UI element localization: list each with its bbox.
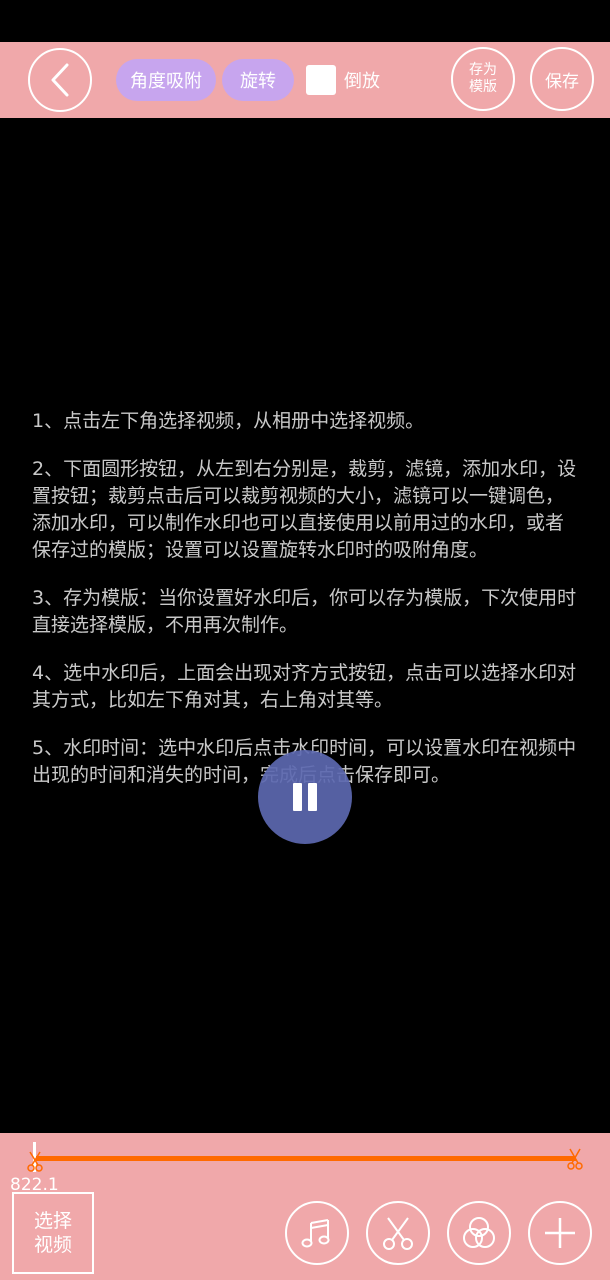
music-note-icon (301, 1219, 330, 1248)
save-template-label-line2: 模版 (469, 79, 497, 95)
bottom-toolbar: 822.1 选择 视频 (0, 1133, 610, 1280)
select-video-label-line1: 选择 (33, 1210, 72, 1232)
scissors-icon (383, 1217, 413, 1250)
rotate-button[interactable]: 旋转 (222, 59, 294, 101)
pause-button[interactable] (258, 750, 352, 844)
reverse-label: 倒放 (344, 71, 380, 92)
instruction-item: 3、存为模版：当你设置好水印后，你可以存为模版，下次使用时直接选择模版，不用再次… (32, 587, 577, 636)
save-button[interactable]: 保存 (530, 47, 594, 111)
select-video-button[interactable]: 选择 视频 (12, 1192, 94, 1274)
crop-button[interactable] (366, 1201, 430, 1265)
scissors-icon[interactable] (26, 1150, 44, 1172)
add-watermark-button[interactable] (528, 1201, 592, 1265)
back-arrow-icon (51, 63, 69, 97)
top-toolbar: 角度吸附 旋转 倒放 存为 模版 保存 (0, 42, 610, 118)
timeline-track[interactable] (34, 1156, 576, 1161)
plus-icon (545, 1218, 575, 1248)
save-as-template-button[interactable]: 存为 模版 (451, 47, 515, 111)
save-template-label-line1: 存为 (469, 62, 497, 78)
reverse-checkbox[interactable] (306, 65, 336, 95)
instruction-item: 4、选中水印后，上面会出现对齐方式按钮，点击可以选择水印对其方式，比如左下角对其… (32, 662, 577, 711)
instruction-item: 1、点击左下角选择视频，从相册中选择视频。 (32, 410, 425, 432)
back-button[interactable] (28, 48, 92, 112)
instruction-item: 2、下面圆形按钮，从左到右分别是，裁剪，滤镜，添加水印，设置按钮；裁剪点击后可以… (32, 458, 577, 561)
filter-button[interactable] (447, 1201, 511, 1265)
angle-snap-button[interactable]: 角度吸附 (116, 59, 216, 101)
music-button[interactable] (285, 1201, 349, 1265)
scissors-icon[interactable] (566, 1147, 584, 1171)
select-video-label-line2: 视频 (33, 1234, 72, 1256)
filter-circles-icon (463, 1217, 495, 1248)
status-bar (0, 0, 610, 42)
